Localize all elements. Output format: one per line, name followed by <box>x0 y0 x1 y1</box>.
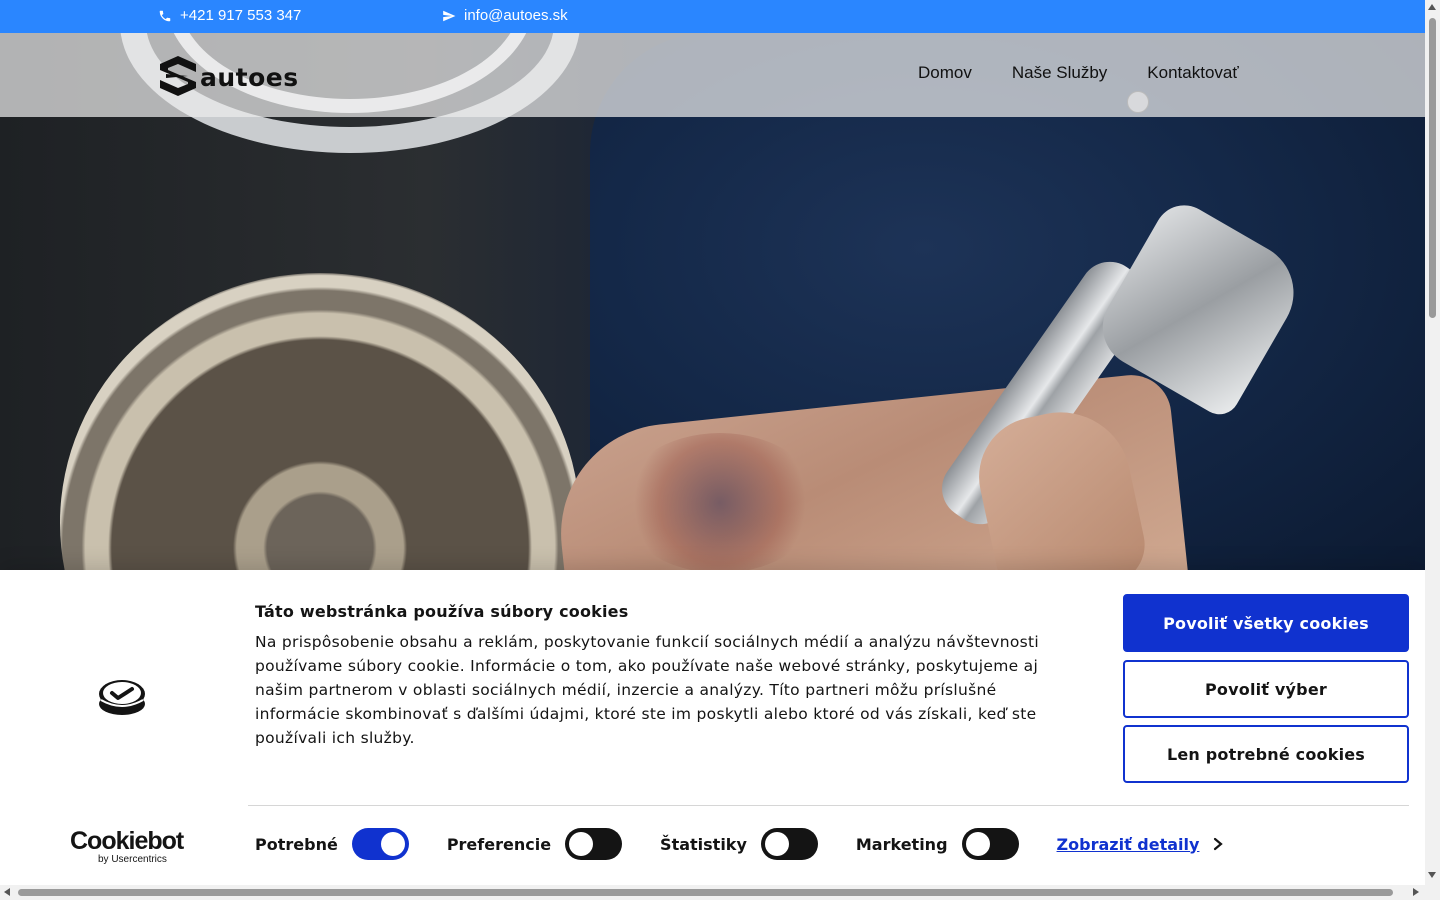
toggle-marketing[interactable] <box>961 828 1019 860</box>
scroll-up-arrow-icon[interactable] <box>1428 4 1436 10</box>
chevron-right-icon <box>1214 837 1224 851</box>
toggle-necessary[interactable] <box>351 828 409 860</box>
cookiebot-logo-text: Cookiebot <box>70 827 184 855</box>
show-details-link[interactable]: Zobraziť detaily <box>1057 835 1224 854</box>
cookie-consent-banner: Táto webstránka používa súbory cookies N… <box>0 570 1425 885</box>
logo-mark-icon <box>160 56 196 96</box>
cookiebot-brand[interactable]: Cookiebot by Usercentrics <box>70 827 184 865</box>
hero-tattoo <box>620 433 820 570</box>
vertical-scroll-thumb[interactable] <box>1429 18 1436 318</box>
allow-selection-button[interactable]: Povoliť výber <box>1123 660 1409 718</box>
show-details-label: Zobraziť detaily <box>1056 834 1200 854</box>
toggle-label-necessary: Potrebné <box>255 834 338 854</box>
scroll-right-arrow-icon[interactable] <box>1413 888 1419 896</box>
nav-item-kontaktovat[interactable]: Kontaktovať <box>1147 63 1238 83</box>
necessary-only-button[interactable]: Len potrebné cookies <box>1123 725 1409 783</box>
main-nav: Domov Naše Služby Kontaktovať <box>918 63 1239 83</box>
top-contact-bar: +421 917 553 347 info@autoes.sk <box>0 0 1425 33</box>
toggle-knob <box>965 832 990 856</box>
toggle-group-marketing: Marketing <box>856 828 1019 860</box>
toggle-knob <box>380 832 405 856</box>
horizontal-scroll-thumb[interactable] <box>18 889 1393 896</box>
toggle-group-preferences: Preferencie <box>446 828 623 860</box>
toggle-label-marketing: Marketing <box>855 834 948 854</box>
cookie-check-icon <box>99 680 145 715</box>
site-header: autoes Domov Naše Služby Kontaktovať <box>0 33 1425 117</box>
cookiebot-logo-subtext: by Usercentrics <box>98 854 167 865</box>
horizontal-scrollbar[interactable] <box>0 885 1440 900</box>
toggle-group-necessary: Potrebné <box>255 828 409 860</box>
phone-number: +421 917 553 347 <box>180 7 302 24</box>
cookie-banner-text: Na prispôsobenie obsahu a reklám, poskyt… <box>255 633 1040 747</box>
email-address: info@autoes.sk <box>464 7 568 24</box>
vertical-scrollbar[interactable] <box>1425 0 1440 885</box>
toggle-statistics[interactable] <box>760 828 818 860</box>
toggle-knob <box>569 832 594 856</box>
toggle-label-preferences: Preferencie <box>446 834 552 854</box>
cookie-banner-title: Táto webstránka používa súbory cookies <box>255 602 629 621</box>
nav-item-domov[interactable]: Domov <box>918 63 972 83</box>
scroll-left-arrow-icon[interactable] <box>4 888 10 896</box>
phone-icon <box>159 10 171 21</box>
toggle-group-statistics: Štatistiky <box>660 828 818 860</box>
scroll-down-arrow-icon[interactable] <box>1428 872 1436 878</box>
toggle-label-statistics: Štatistiky <box>660 834 747 854</box>
cursor-indicator <box>1127 91 1149 113</box>
site-logo[interactable]: autoes <box>158 56 299 96</box>
cookie-category-toggles: Potrebné Preferencie Štatistiky Marketin… <box>255 828 1224 860</box>
toggle-knob <box>764 832 789 856</box>
logo-text: autoes <box>200 62 299 92</box>
phone-contact[interactable]: +421 917 553 347 <box>158 7 301 24</box>
allow-all-cookies-button[interactable]: Povoliť všetky cookies <box>1123 594 1409 652</box>
toggle-preferences[interactable] <box>565 828 623 860</box>
email-contact[interactable]: info@autoes.sk <box>442 7 568 24</box>
cookie-banner-divider <box>248 805 1409 806</box>
send-icon <box>443 10 456 21</box>
hero-wheel-decoration <box>60 273 580 570</box>
nav-item-nase-sluzby[interactable]: Naše Služby <box>1012 63 1107 83</box>
